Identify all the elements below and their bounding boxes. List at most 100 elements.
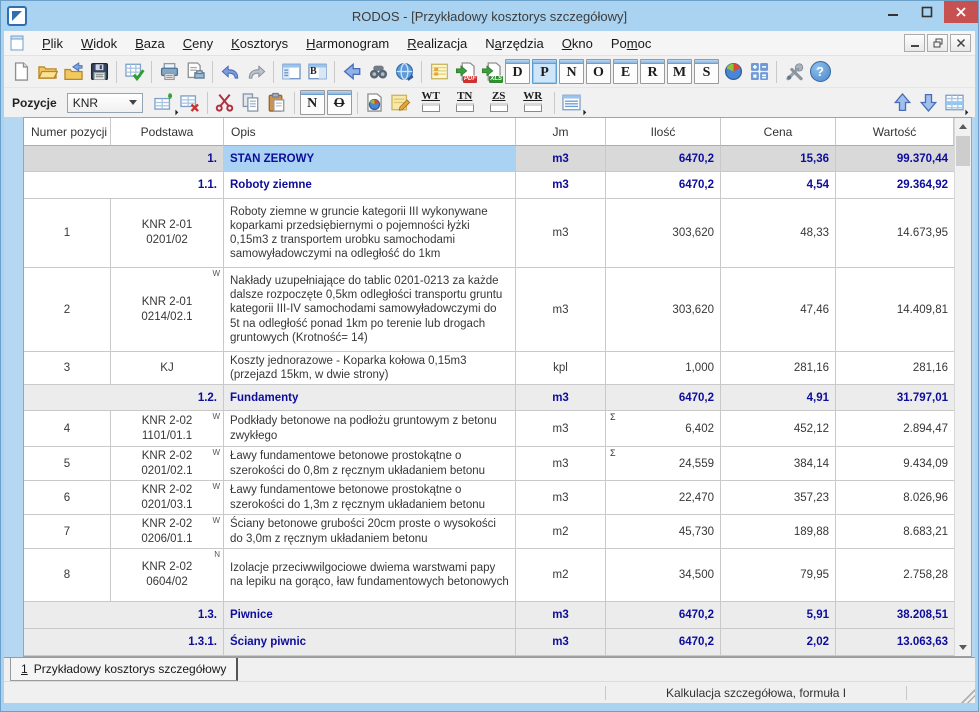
minimize-button[interactable] [876, 1, 910, 23]
export-pdf-button[interactable]: PDF [452, 59, 478, 85]
report-n-button[interactable]: N [559, 59, 584, 84]
redo-button[interactable] [243, 59, 269, 85]
update-online-button[interactable] [391, 59, 417, 85]
base-marker: W [212, 516, 220, 526]
position-row[interactable]: 3KJKoszty jednorazowe - Koparka kołowa 0… [24, 352, 954, 385]
position-chart-button[interactable] [362, 90, 388, 116]
position-row[interactable]: 7KNR 2-020206/01.1WŚciany betonowe grubo… [24, 515, 954, 549]
o-toggle-button[interactable]: O [327, 90, 352, 115]
maximize-button[interactable] [910, 1, 944, 23]
print-preview-button[interactable] [182, 59, 208, 85]
position-row[interactable]: 6KNR 2-020201/03.1WŁawy fundamentowe bet… [24, 481, 954, 515]
copy-button[interactable] [238, 90, 264, 116]
view-columns-button[interactable] [559, 90, 585, 116]
menu-narzdzia[interactable]: Narzędzia [476, 33, 553, 54]
report-p-button[interactable]: P [532, 59, 557, 84]
chart-button[interactable] [720, 59, 746, 85]
scroll-down-button[interactable] [955, 639, 971, 656]
calculator-button[interactable] [746, 59, 772, 85]
menu-widok[interactable]: Widok [72, 33, 126, 54]
report-d-button[interactable]: D [505, 59, 530, 84]
column-header[interactable]: Jm [516, 118, 606, 146]
resize-grip[interactable] [961, 689, 975, 703]
position-row[interactable]: 8KNR 2-020604/02NIzolacje przeciwwilgoci… [24, 549, 954, 602]
column-header[interactable]: Numer pozycji [24, 118, 111, 146]
add-position-button[interactable] [151, 90, 177, 116]
go-back-button[interactable] [339, 59, 365, 85]
report-letter-buttons: DPNOERMS [504, 59, 720, 84]
menu-harmonogram[interactable]: Harmonogram [297, 33, 398, 54]
unit-cell: m3 [516, 602, 606, 628]
report-e-button[interactable]: E [613, 59, 638, 84]
column-header[interactable]: Opis [224, 118, 516, 146]
price-cell: 4,54 [721, 172, 836, 198]
base-select[interactable]: KNR [67, 93, 143, 113]
column-header[interactable]: Podstawa [111, 118, 224, 146]
section-title: Ściany piwnic [224, 629, 516, 655]
move-up-button[interactable] [889, 90, 915, 116]
description-cell: Nakłady uzupełniające do tablic 0201-021… [224, 268, 516, 351]
position-row[interactable]: 1KNR 2-010201/02Roboty ziemne w gruncie … [24, 199, 954, 268]
close-button[interactable] [944, 1, 978, 23]
menu-kosztorys[interactable]: Kosztorys [222, 33, 297, 54]
window-title: RODOS - [Przykładowy kosztorys szczegóło… [1, 9, 978, 24]
row-style-button[interactable] [941, 90, 967, 116]
menu-plik[interactable]: Plik [33, 33, 72, 54]
cut-button[interactable] [212, 90, 238, 116]
column-header[interactable]: Ilość [606, 118, 721, 146]
bold-panel-button[interactable]: B [304, 59, 330, 85]
scrollbar-thumb[interactable] [956, 136, 970, 166]
save-button[interactable] [86, 59, 112, 85]
summary-list-button[interactable] [426, 59, 452, 85]
tn-button[interactable]: TN [448, 90, 482, 116]
delete-position-button[interactable] [177, 90, 203, 116]
mdi-window-controls [904, 34, 975, 52]
menu-okno[interactable]: Okno [553, 33, 602, 54]
menu-ceny[interactable]: Ceny [174, 33, 222, 54]
vertical-scrollbar[interactable] [954, 118, 971, 656]
report-r-button[interactable]: R [640, 59, 665, 84]
position-row[interactable]: 5KNR 2-020201/02.1WŁawy fundamentowe bet… [24, 447, 954, 481]
wt-button[interactable]: WT [414, 90, 448, 116]
document-icon[interactable] [9, 35, 25, 51]
section-row[interactable]: 1.1.Roboty ziemnem36470,24,5429.364,92 [24, 172, 954, 199]
menu-pomoc[interactable]: Pomoc [602, 33, 660, 54]
position-row[interactable]: 4KNR 2-021101/01.1WPodkłady betonowe na … [24, 411, 954, 447]
options-button[interactable] [781, 59, 807, 85]
section-row[interactable]: 1.3.1.Ściany piwnicm36470,22,0213.063,63 [24, 629, 954, 656]
paste-button[interactable] [264, 90, 290, 116]
find-button[interactable] [365, 59, 391, 85]
move-down-button[interactable] [915, 90, 941, 116]
back-arrow-icon [342, 61, 363, 82]
report-s-button[interactable]: S [694, 59, 719, 84]
layout-panel-button[interactable] [278, 59, 304, 85]
check-estimate-button[interactable] [121, 59, 147, 85]
wr-button[interactable]: WR [516, 90, 550, 116]
menu-realizacja[interactable]: Realizacja [398, 33, 476, 54]
section-row[interactable]: 1.3.Piwnicem36470,25,9138.208,51 [24, 602, 954, 629]
new-document-button[interactable] [8, 59, 34, 85]
print-button[interactable] [156, 59, 182, 85]
help-button[interactable]: ? [807, 59, 833, 85]
scrollbar-track[interactable] [955, 167, 971, 639]
report-m-button[interactable]: M [667, 59, 692, 84]
mdi-restore-button[interactable] [927, 34, 948, 52]
scroll-up-button[interactable] [955, 118, 971, 135]
section-row[interactable]: 1.STAN ZEROWYm36470,215,3699.370,44 [24, 146, 954, 172]
open-button[interactable] [34, 59, 60, 85]
column-header[interactable]: Cena [721, 118, 836, 146]
report-o-button[interactable]: O [586, 59, 611, 84]
open-recent-button[interactable] [60, 59, 86, 85]
mdi-close-button[interactable] [950, 34, 971, 52]
position-row[interactable]: 2KNR 2-010214/02.1WNakłady uzupełniające… [24, 268, 954, 352]
tab-estimate[interactable]: 1 Przykładowy kosztorys szczegółowy [10, 658, 238, 681]
menu-baza[interactable]: Baza [126, 33, 174, 54]
undo-button[interactable] [217, 59, 243, 85]
column-header[interactable]: Wartość [836, 118, 954, 146]
mdi-minimize-button[interactable] [904, 34, 925, 52]
export-xls-button[interactable]: XLS [478, 59, 504, 85]
n-toggle-button[interactable]: N [300, 90, 325, 115]
section-row[interactable]: 1.2.Fundamentym36470,24,9131.797,01 [24, 385, 954, 411]
zs-button[interactable]: ZS [482, 90, 516, 116]
note-edit-button[interactable] [388, 90, 414, 116]
